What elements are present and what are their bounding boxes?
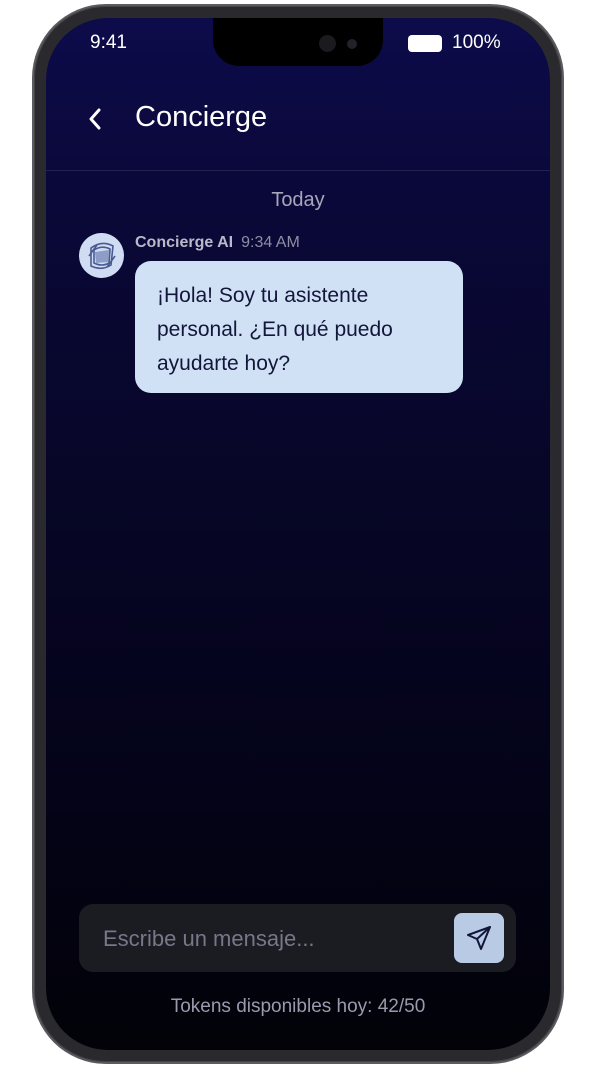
concierge-logo-icon bbox=[87, 242, 116, 269]
camera-icon bbox=[319, 35, 336, 52]
sender-name: Concierge AI bbox=[135, 234, 234, 251]
send-button[interactable] bbox=[454, 913, 504, 963]
message-meta: Concierge AI 9:34 AM bbox=[135, 234, 300, 252]
back-button[interactable] bbox=[80, 104, 110, 134]
status-time: 9:41 bbox=[90, 32, 127, 53]
tokens-remaining: Tokens disponibles hoy: 42/50 bbox=[170, 996, 426, 1017]
avatar bbox=[79, 233, 124, 278]
battery-percent: 100% bbox=[452, 32, 501, 53]
message-input[interactable] bbox=[101, 904, 445, 974]
phone-frame: 9:41 100% Concierge Today Concierge AI 9… bbox=[34, 6, 562, 1062]
app-screen: 9:41 100% Concierge Today Concierge AI 9… bbox=[46, 18, 550, 1050]
chevron-left-icon bbox=[89, 108, 101, 130]
battery-icon bbox=[408, 35, 442, 52]
message-composer bbox=[79, 904, 516, 974]
message-time: 9:34 AM bbox=[241, 234, 300, 251]
notch bbox=[213, 18, 383, 66]
page-title: Concierge bbox=[135, 101, 268, 133]
chat-header: Concierge bbox=[46, 78, 550, 171]
date-separator: Today bbox=[271, 189, 325, 211]
sensor-icon bbox=[347, 39, 357, 49]
paper-plane-icon bbox=[467, 926, 491, 950]
message-bubble: ¡Hola! Soy tu asistente personal. ¿En qu… bbox=[135, 261, 463, 393]
